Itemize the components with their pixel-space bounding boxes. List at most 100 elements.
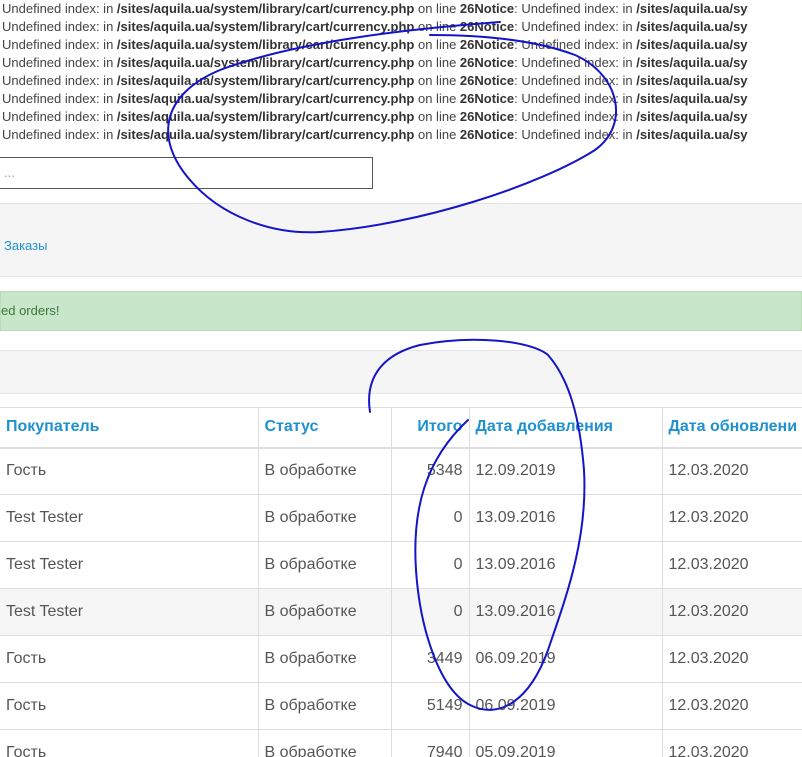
filter-input[interactable]: ... xyxy=(0,157,373,189)
notice-bold-text: /sites/aquila.ua/sy xyxy=(636,1,748,16)
cell-customer: Test Tester xyxy=(0,494,259,542)
notice-text: Undefined index: in xyxy=(2,1,117,16)
cell-date-added: 06.09.2019 xyxy=(469,635,663,683)
notice-bold-text: /sites/aquila.ua/system/library/cart/cur… xyxy=(116,37,415,52)
table-row[interactable]: Test Tester В обработке 0 13.09.2016 12.03.2… xyxy=(0,588,802,636)
cell-date-modified: 12.03.2020 xyxy=(662,447,802,495)
cell-status: В обработке xyxy=(258,494,392,542)
notice-line: Undefined index: in /sites/aquila.ua/sys… xyxy=(0,0,802,18)
table-row[interactable]: Гость В обработке 7940 05.09.2019 12.03.2020 xyxy=(0,729,802,757)
cell-total: 5149 xyxy=(391,682,470,730)
breadcrumb-orders-link[interactable]: Заказы xyxy=(4,238,47,253)
cell-customer: Test Tester xyxy=(0,588,259,636)
cell-date-modified: 12.03.2020 xyxy=(662,729,802,757)
cell-status: В обработке xyxy=(258,447,392,495)
cell-status: В обработке xyxy=(258,541,392,589)
notice-text: on line xyxy=(414,91,460,106)
table-row[interactable]: Test Tester В обработке 0 13.09.2016 12.03.2… xyxy=(0,494,802,542)
notice-text: : Undefined index: in xyxy=(514,19,637,34)
cell-date-added: 13.09.2016 xyxy=(469,588,663,636)
cell-total: 7940 xyxy=(391,729,470,757)
notice-bold-text: 26Notice xyxy=(459,109,515,124)
notice-text: : Undefined index: in xyxy=(514,109,637,124)
notice-text: Undefined index: in xyxy=(2,91,117,106)
success-alert-text: ed orders! xyxy=(1,303,60,318)
notice-text: : Undefined index: in xyxy=(514,73,637,88)
table-row[interactable]: Test Tester В обработке 0 13.09.2016 12.03.2… xyxy=(0,541,802,589)
cell-customer: Гость xyxy=(0,729,259,757)
notice-text: Undefined index: in xyxy=(2,127,117,142)
notice-text: Undefined index: in xyxy=(2,37,117,52)
notice-text: Undefined index: in xyxy=(2,109,117,124)
table-row[interactable]: Гость В обработке 5149 06.09.2019 12.03.2020 xyxy=(0,682,802,730)
notice-line: Undefined index: in /sites/aquila.ua/sys… xyxy=(0,36,802,54)
notice-text: on line xyxy=(414,109,460,124)
notice-bold-text: 26Notice xyxy=(459,19,515,34)
cell-customer: Гость xyxy=(0,682,259,730)
notice-text: : Undefined index: in xyxy=(514,1,637,16)
cell-date-modified: 12.03.2020 xyxy=(662,588,802,636)
notice-bold-text: /sites/aquila.ua/sy xyxy=(636,19,748,34)
page-header xyxy=(0,203,802,277)
notice-text: on line xyxy=(414,1,460,16)
success-alert: ed orders! xyxy=(0,291,802,331)
notice-text: Undefined index: in xyxy=(2,73,117,88)
notice-bold-text: 26Notice xyxy=(459,1,515,16)
sort-status-header[interactable]: Статус xyxy=(258,407,392,449)
cell-status: В обработке xyxy=(258,729,392,757)
table-row[interactable]: Гость В обработке 3449 06.09.2019 12.03.2020 xyxy=(0,635,802,683)
notice-text: Undefined index: in xyxy=(2,55,117,70)
sort-date-added-header[interactable]: Дата добавления xyxy=(469,407,663,449)
admin-orders-page: Undefined index: in /sites/aquila.ua/sys… xyxy=(0,0,802,757)
sort-total-header[interactable]: Итого xyxy=(391,407,470,449)
notice-bold-text: 26Notice xyxy=(459,91,515,106)
cell-date-added: 12.09.2019 xyxy=(469,447,663,495)
cell-date-added: 13.09.2016 xyxy=(469,494,663,542)
notice-text: on line xyxy=(414,55,460,70)
notice-bold-text: 26Notice xyxy=(459,55,515,70)
notice-text: : Undefined index: in xyxy=(514,127,637,142)
cell-date-modified: 12.03.2020 xyxy=(662,682,802,730)
php-notice-block: Undefined index: in /sites/aquila.ua/sys… xyxy=(0,0,802,144)
cell-date-modified: 12.03.2020 xyxy=(662,494,802,542)
filter-input-placeholder: ... xyxy=(4,165,15,180)
table-header-row: Покупатель Статус Итого Дата добавления … xyxy=(0,407,802,449)
notice-bold-text: /sites/aquila.ua/sy xyxy=(636,73,748,88)
notice-line: Undefined index: in /sites/aquila.ua/sys… xyxy=(0,72,802,90)
notice-text: on line xyxy=(414,127,460,142)
notice-text: : Undefined index: in xyxy=(514,37,637,52)
notice-bold-text: /sites/aquila.ua/system/library/cart/cur… xyxy=(116,55,415,70)
notice-line: Undefined index: in /sites/aquila.ua/sys… xyxy=(0,54,802,72)
cell-total: 3449 xyxy=(391,635,470,683)
notice-bold-text: 26Notice xyxy=(459,127,515,142)
cell-customer: Test Tester xyxy=(0,541,259,589)
cell-date-modified: 12.03.2020 xyxy=(662,635,802,683)
notice-text: : Undefined index: in xyxy=(514,91,637,106)
table-row[interactable]: Гость В обработке 5348 12.09.2019 12.03.2020 xyxy=(0,447,802,495)
notice-bold-text: /sites/aquila.ua/system/library/cart/cur… xyxy=(116,1,415,16)
notice-line: Undefined index: in /sites/aquila.ua/sys… xyxy=(0,108,802,126)
panel-heading xyxy=(0,350,802,394)
notice-text: on line xyxy=(414,19,460,34)
notice-bold-text: /sites/aquila.ua/sy xyxy=(636,109,748,124)
notice-bold-text: /sites/aquila.ua/system/library/cart/cur… xyxy=(116,19,415,34)
sort-customer-header[interactable]: Покупатель xyxy=(0,407,259,449)
cell-total: 0 xyxy=(391,494,470,542)
cell-customer: Гость xyxy=(0,447,259,495)
cell-status: В обработке xyxy=(258,588,392,636)
cell-total: 0 xyxy=(391,541,470,589)
notice-text: on line xyxy=(414,37,460,52)
notice-text: on line xyxy=(414,73,460,88)
orders-table: Покупатель Статус Итого Дата добавления … xyxy=(0,407,802,757)
notice-text: Undefined index: in xyxy=(2,19,117,34)
notice-text: : Undefined index: in xyxy=(514,55,637,70)
notice-bold-text: /sites/aquila.ua/system/library/cart/cur… xyxy=(116,127,415,142)
cell-total: 0 xyxy=(391,588,470,636)
cell-date-added: 05.09.2019 xyxy=(469,729,663,757)
sort-date-modified-header[interactable]: Дата обновлени xyxy=(662,407,802,449)
notice-bold-text: 26Notice xyxy=(459,73,515,88)
cell-customer: Гость xyxy=(0,635,259,683)
notice-line: Undefined index: in /sites/aquila.ua/sys… xyxy=(0,18,802,36)
notice-bold-text: /sites/aquila.ua/sy xyxy=(636,127,748,142)
cell-date-modified: 12.03.2020 xyxy=(662,541,802,589)
